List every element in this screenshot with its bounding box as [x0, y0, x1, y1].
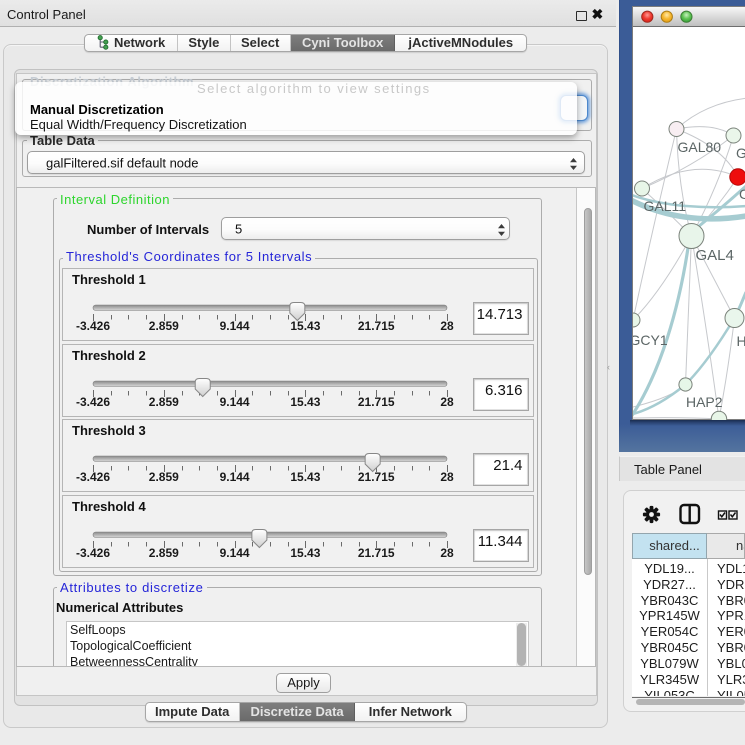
svg-text:9.144: 9.144	[220, 546, 250, 560]
svg-text:2.859: 2.859	[149, 470, 179, 484]
svg-text:GA: GA	[736, 145, 745, 161]
svg-text:GAL4: GAL4	[695, 247, 733, 264]
svg-text:GAL11: GAL11	[643, 198, 686, 214]
svg-text:15.43: 15.43	[290, 395, 320, 409]
svg-text:9.144: 9.144	[220, 470, 250, 484]
svg-text:15.43: 15.43	[290, 546, 320, 560]
svg-text:GAL80: GAL80	[677, 139, 721, 155]
svg-text:28: 28	[440, 395, 454, 409]
svg-text:GCY1: GCY1	[633, 332, 668, 348]
svg-text:HA: HA	[736, 333, 745, 349]
svg-text:-3.426: -3.426	[76, 470, 110, 484]
svg-text:-3.426: -3.426	[76, 546, 110, 560]
svg-text:-3.426: -3.426	[76, 395, 110, 409]
svg-text:2.859: 2.859	[149, 319, 179, 333]
svg-text:21.715: 21.715	[358, 470, 395, 484]
svg-text:2.859: 2.859	[149, 395, 179, 409]
svg-text:15.43: 15.43	[290, 470, 320, 484]
svg-text:28: 28	[440, 546, 454, 560]
svg-text:2.859: 2.859	[149, 546, 179, 560]
svg-text:28: 28	[440, 319, 454, 333]
svg-text:21.715: 21.715	[358, 546, 395, 560]
svg-text:21.715: 21.715	[358, 395, 395, 409]
svg-text:21.715: 21.715	[358, 319, 395, 333]
svg-text:HAP2: HAP2	[686, 394, 723, 410]
svg-text:-3.426: -3.426	[76, 319, 110, 333]
svg-text:9.144: 9.144	[220, 395, 250, 409]
svg-text:15.43: 15.43	[290, 319, 320, 333]
svg-text:28: 28	[440, 470, 454, 484]
svg-text:CY: CY	[739, 186, 745, 202]
svg-text:9.144: 9.144	[220, 319, 250, 333]
